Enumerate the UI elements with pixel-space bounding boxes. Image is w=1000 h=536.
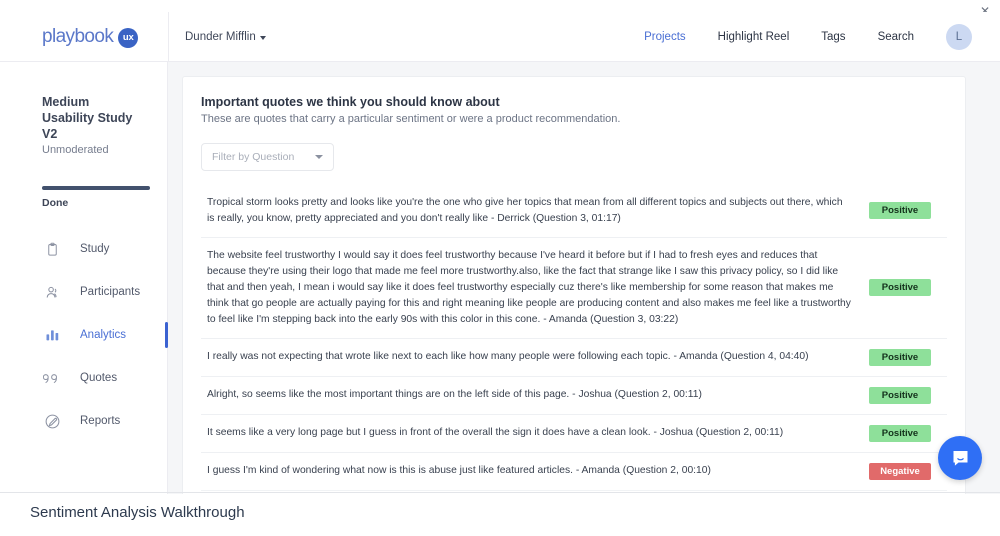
quote-list[interactable]: Tropical storm looks pretty and looks li… [201,185,947,494]
nav-item-projects[interactable]: Projects [644,31,686,43]
sidebar-item-label: Analytics [80,329,127,341]
main-nav: Projects Highlight Reel Tags Search L [644,23,1000,50]
nav-item-search[interactable]: Search [878,31,914,43]
quote-text: It seems like a very long page but I gue… [207,427,784,439]
chevron-down-icon [315,155,323,159]
page-title: Important quotes we think you should kno… [201,95,500,109]
clipboard-icon [42,239,62,259]
sidebar-item-label: Quotes [80,372,118,384]
app-window: playbook ux Dunder Mifflin Projects High… [0,12,1000,494]
chat-icon [953,450,967,466]
quote-text: The website feel trustworthy I would say… [207,249,851,325]
filter-by-question-select[interactable]: Filter by Question [201,143,334,171]
sentiment-badge: Positive [869,424,931,442]
top-header: playbook ux Dunder Mifflin Projects High… [0,12,1000,62]
app-logo[interactable]: playbook ux [0,26,168,48]
org-switcher[interactable]: Dunder Mifflin [169,31,266,43]
sidebar-item-reports[interactable]: Reports [0,407,167,435]
app-root: ✕ playbook ux Dunder Mifflin Projects Hi… [0,0,1000,536]
org-name: Dunder Mifflin [185,30,256,43]
avatar[interactable]: L [946,23,972,50]
chat-launcher-button[interactable] [938,436,982,480]
study-type: Unmoderated [42,144,109,156]
filter-placeholder: Filter by Question [212,151,295,163]
people-icon [42,282,62,302]
sidebar: Medium Usability Study V2 Unmoderated Do… [0,62,168,494]
page-subtitle: These are quotes that carry a particular… [201,113,621,125]
quote-row[interactable]: Tropical storm looks pretty and looks li… [201,185,947,238]
window-bottom-edge [0,492,1000,493]
nav-item-tags[interactable]: Tags [821,31,845,43]
quote-text: Alright, so seems like the most importan… [207,389,702,401]
main-content: Important quotes we think you should kno… [168,62,1000,494]
quote-text: Tropical storm looks pretty and looks li… [207,197,843,224]
sidebar-item-participants[interactable]: Participants [0,278,167,306]
quote-marks-icon [42,368,62,388]
study-title: Medium Usability Study V2 [42,95,133,141]
quote-row[interactable]: I really was not expecting that wrote li… [201,339,947,377]
progress-label: Done [42,197,69,209]
pen-circle-icon [42,411,62,431]
sentiment-badge: Negative [869,462,931,480]
sentiment-badge: Positive [869,348,931,366]
logo-badge: ux [118,27,139,48]
quote-text: I guess I'm kind of wondering what now i… [207,465,711,477]
sidebar-item-study[interactable]: Study [0,235,167,263]
sentiment-badge: Positive [869,202,931,220]
nav-item-highlight-reel[interactable]: Highlight Reel [718,31,790,43]
bar-chart-icon [42,325,62,345]
logo-text: playbook [42,25,114,47]
chevron-down-icon [259,35,266,40]
quote-row[interactable]: It seems like a very long page but I gue… [201,415,947,453]
sidebar-item-analytics[interactable]: Analytics [0,321,168,349]
quote-row[interactable]: I guess I'm kind of wondering what now i… [201,453,947,491]
sidebar-item-quotes[interactable]: Quotes [0,364,167,392]
sidebar-item-label: Reports [80,415,121,427]
sidebar-menu: Study Participants Analytics Quotes Repo… [0,235,168,435]
sentiment-badge: Positive [869,279,931,297]
sidebar-item-label: Participants [80,286,141,298]
quote-row[interactable]: The website feel trustworthy I would say… [201,238,947,339]
caption-area: Sentiment Analysis Walkthrough [0,494,1000,536]
sidebar-item-label: Study [80,243,110,255]
sentiment-badge: Positive [869,386,931,404]
quotes-card: Important quotes we think you should kno… [182,76,966,494]
quote-row[interactable]: Alright, so seems like the most importan… [201,377,947,415]
progress-bar [0,156,167,190]
quote-text: I really was not expecting that wrote li… [207,351,809,363]
caption-title: Sentiment Analysis Walkthrough [30,504,245,521]
